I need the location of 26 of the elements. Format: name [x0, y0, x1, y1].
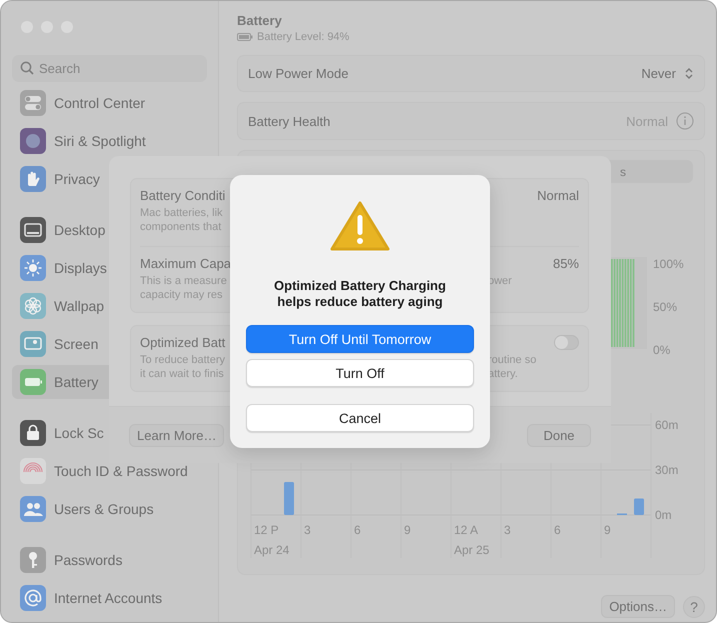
axis-label: 9 — [604, 523, 611, 537]
axis-label: 50% — [653, 300, 678, 314]
setting-label: Battery Health — [248, 114, 330, 128]
axis-label: 3 — [504, 523, 511, 537]
axis-label: 100% — [653, 257, 685, 271]
alert-title: Optimized Battery Charging helps reduce battery aging — [273, 278, 447, 310]
setting-title: Optimized Batt — [140, 335, 226, 350]
axis-label: 30m — [655, 463, 678, 477]
axis-label: 12 A — [454, 523, 478, 537]
setting-title: Maximum Capa — [140, 256, 232, 271]
axis-label: 6 — [554, 523, 561, 537]
page-title: Battery — [237, 13, 283, 28]
axis-label: 3 — [304, 523, 311, 537]
setting-value: Normal — [537, 188, 579, 203]
setting-title: Battery Conditi — [140, 188, 226, 203]
axis-label: 12 P — [254, 523, 279, 537]
axis-label: 0% — [653, 343, 672, 357]
date-label: Apr 25 — [454, 543, 490, 557]
date-label: Apr 24 — [254, 543, 290, 557]
axis-label: 6 — [354, 523, 361, 537]
segment-label: s — [620, 164, 626, 178]
axis-label: 0m — [655, 508, 672, 522]
setting-value: 85% — [552, 256, 579, 271]
setting-label: Low Power Mode — [248, 66, 348, 81]
axis-label: 9 — [404, 523, 411, 537]
axis-label: 60m — [655, 418, 678, 432]
